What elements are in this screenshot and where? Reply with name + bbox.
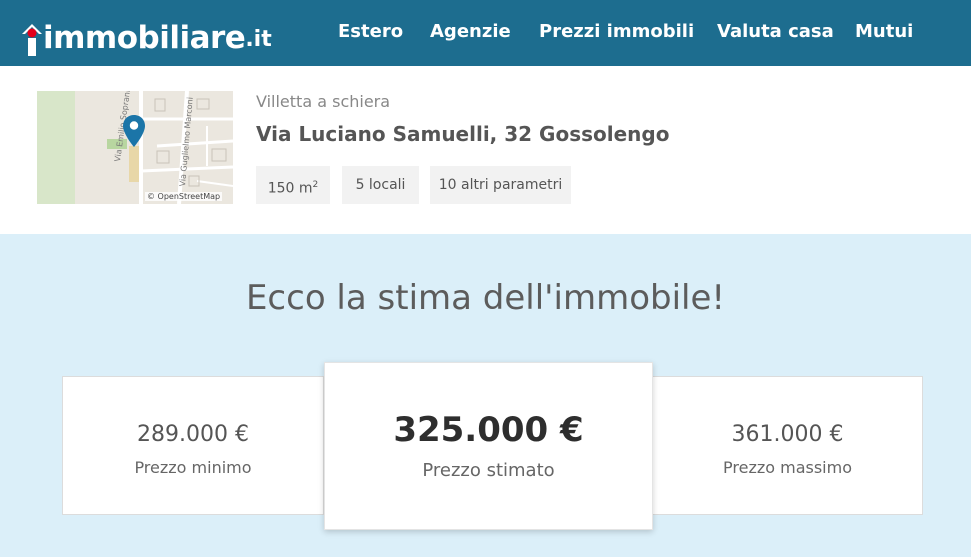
chip-rooms[interactable]: 5 locali	[342, 166, 419, 204]
nav-item-estero[interactable]: Estero	[338, 18, 403, 46]
min-price-card: 289.000 € Prezzo minimo	[62, 376, 324, 515]
location-map[interactable]: Via Emilio Soprani Via Guglielmo Marconi…	[37, 91, 233, 204]
property-address: Via Luciano Samuelli, 32 Gossolengo	[256, 122, 670, 146]
chip-surface-label: 150 m	[267, 180, 313, 197]
estimated-price-value: 325.000 €	[393, 410, 584, 450]
map-pin-icon	[122, 114, 146, 148]
chip-surface[interactable]: 150 m2	[256, 166, 330, 204]
max-price-value: 361.000 €	[731, 422, 844, 447]
property-summary: Via Emilio Soprani Via Guglielmo Marconi…	[0, 66, 971, 234]
nav-item-agenzie[interactable]: Agenzie	[430, 18, 511, 46]
property-type: Villetta a schiera	[256, 92, 391, 111]
nav-item-mutui[interactable]: Mutui	[855, 18, 913, 46]
nav-item-valuta-casa[interactable]: Valuta casa	[717, 18, 834, 46]
estimated-price-card: 325.000 € Prezzo stimato	[324, 362, 653, 530]
max-price-card: 361.000 € Prezzo massimo	[652, 376, 923, 515]
map-attribution: © OpenStreetMap	[145, 192, 223, 201]
min-price-value: 289.000 €	[137, 422, 249, 447]
main-nav: Estero Agenzie Prezzi immobili Valuta ca…	[0, 18, 971, 46]
max-price-label: Prezzo massimo	[723, 458, 852, 477]
chip-more-parameters[interactable]: 10 altri parametri	[430, 166, 571, 204]
top-navigation-bar: immobiliare .it Estero Agenzie Prezzi im…	[0, 0, 971, 66]
min-price-label: Prezzo minimo	[134, 458, 252, 477]
estimate-headline: Ecco la stima dell'immobile!	[245, 278, 726, 318]
estimated-price-label: Prezzo stimato	[422, 460, 555, 481]
chip-surface-unit-exponent: 2	[312, 180, 319, 190]
nav-item-prezzi-immobili[interactable]: Prezzi immobili	[539, 18, 694, 46]
